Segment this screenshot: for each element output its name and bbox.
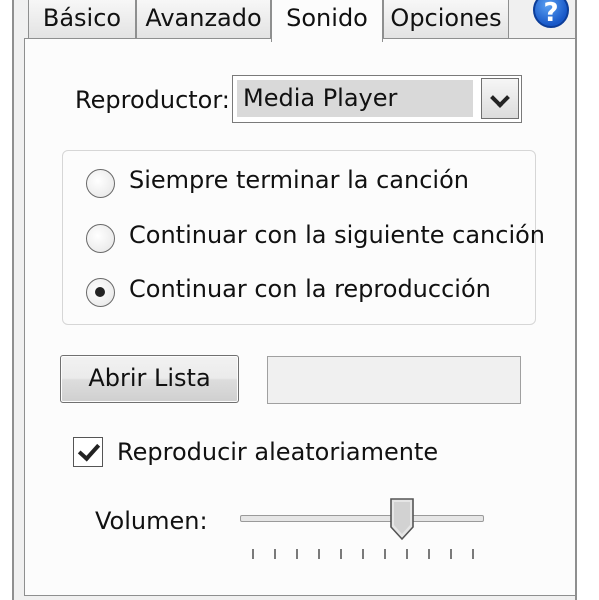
tab-opciones[interactable]: Opciones — [383, 0, 509, 38]
chevron-down-icon[interactable] — [481, 78, 519, 119]
window-right-edge — [575, 0, 599, 600]
volume-tick — [472, 549, 474, 559]
radio-label: Siempre terminar la canción — [129, 166, 469, 194]
shuffle-checkbox[interactable] — [73, 437, 103, 467]
volume-tick — [428, 549, 430, 559]
tab-basico[interactable]: Básico — [28, 0, 136, 38]
window-left-edge — [0, 0, 14, 600]
radio-button[interactable] — [86, 224, 115, 253]
radio-label: Continuar con la siguiente canción — [129, 221, 546, 249]
volume-slider-track[interactable] — [240, 515, 484, 522]
tab-avanzado[interactable]: Avanzado — [136, 0, 271, 38]
shuffle-label: Reproducir aleatoriamente — [117, 438, 439, 466]
help-icon[interactable]: ? — [533, 0, 569, 28]
volume-tick — [296, 549, 298, 559]
player-select[interactable]: Media Player — [232, 75, 522, 123]
volume-tick — [406, 549, 408, 559]
volume-tick — [384, 549, 386, 559]
volume-label: Volumen: — [95, 507, 208, 535]
volume-tick — [450, 549, 452, 559]
radio-label: Continuar con la reproducción — [129, 275, 491, 303]
radio-button[interactable] — [86, 278, 115, 307]
radio-button[interactable] — [86, 169, 115, 198]
player-select-value: Media Player — [237, 80, 473, 117]
volume-slider-thumb[interactable] — [389, 497, 415, 541]
open-list-button[interactable]: Abrir Lista — [60, 355, 239, 403]
list-path-field[interactable] — [267, 356, 521, 404]
tab-sonido[interactable]: Sonido — [271, 0, 383, 42]
volume-tick — [274, 549, 276, 559]
player-label: Reproductor: — [75, 86, 230, 114]
volume-tick — [362, 549, 364, 559]
volume-tick — [318, 549, 320, 559]
volume-tick — [252, 549, 254, 559]
volume-tick — [340, 549, 342, 559]
